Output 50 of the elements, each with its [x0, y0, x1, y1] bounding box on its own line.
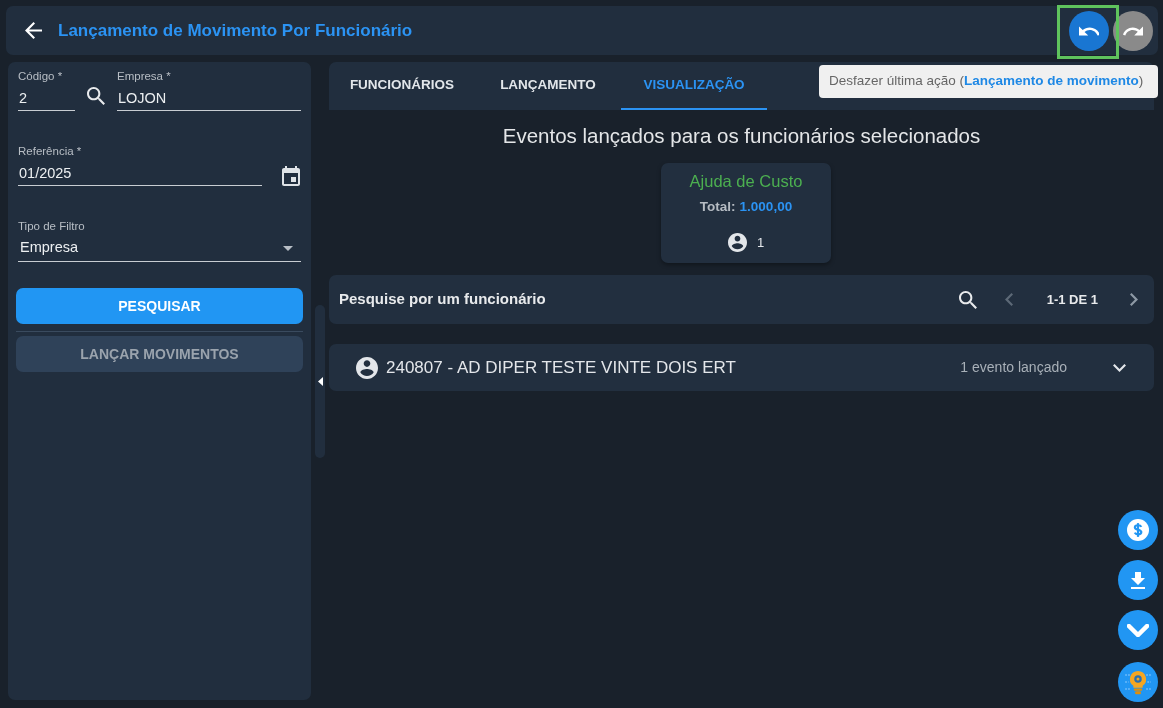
person-icon: [356, 356, 378, 379]
field-label: Código *: [18, 69, 64, 83]
field-label: Referência *: [18, 144, 83, 158]
download-icon: [1131, 571, 1145, 589]
scroll-down-button[interactable]: [1118, 610, 1158, 650]
dollar-icon: [1127, 519, 1149, 541]
tooltip: Desfazer última ação (Lançamento de movimento): [819, 65, 1158, 98]
tips-button[interactable]: [1118, 662, 1158, 702]
date-field[interactable]: 01/2025: [18, 160, 262, 186]
search-icon: [87, 87, 105, 105]
payment-button[interactable]: [1118, 510, 1158, 550]
tab[interactable]: VISUALIZAÇÃO: [621, 62, 767, 110]
calendar-icon: [282, 166, 300, 186]
search-button[interactable]: [87, 87, 105, 105]
event-count: 1 evento lançado: [960, 358, 1067, 377]
input-field[interactable]: LOJON: [117, 85, 301, 111]
total-value: 1.000,00: [739, 199, 793, 215]
person-icon: [727, 233, 747, 253]
employee-row[interactable]: 240807 - AD DIPER TESTE VINTE DOIS ERT 1 evento lançado: [329, 344, 1154, 391]
filter-select[interactable]: Empresa: [18, 235, 301, 262]
total-label: Total:: [699, 199, 736, 215]
page-title: Lançamento de Movimento Por Funcionário: [58, 19, 413, 42]
next-page-button[interactable]: [1130, 293, 1138, 306]
collapse-handle[interactable]: [315, 305, 325, 458]
caret-left-icon: [317, 377, 323, 386]
back-button[interactable]: [25, 22, 42, 39]
lightbulb-icon: [1124, 668, 1152, 696]
redo-icon: [1123, 25, 1143, 36]
chevron-right-icon: [1130, 293, 1138, 306]
search-label: Pesquise por um funcionário: [339, 289, 546, 310]
search-icon: [958, 290, 977, 309]
employee-name: 240807 - AD DIPER TESTE VINTE DOIS ERT: [386, 356, 736, 379]
calendar-button[interactable]: [282, 166, 300, 186]
caret-down-icon: [283, 245, 293, 251]
undo-icon: [1079, 25, 1099, 36]
download-button[interactable]: [1118, 560, 1158, 600]
chevron-down-icon: [1127, 623, 1149, 637]
undo-button[interactable]: [1069, 10, 1109, 51]
tab[interactable]: FUNCIONÁRIOS: [329, 62, 475, 110]
tab[interactable]: LANÇAMENTO: [475, 62, 621, 110]
input-field[interactable]: 2: [18, 85, 75, 111]
event-title: Ajuda de Custo: [689, 171, 803, 191]
back-arrow-icon: [25, 22, 42, 39]
field-label: Tipo de Filtro: [18, 219, 86, 233]
pagination-text: 1-1 DE 1: [1046, 290, 1098, 309]
search-button[interactable]: [958, 290, 977, 309]
chevron-left-icon: [1004, 293, 1013, 306]
section-heading: Eventos lançados para os funcionários selecionados: [501, 124, 982, 148]
employee-count: 1: [756, 234, 765, 252]
field-label: Empresa *: [117, 69, 172, 83]
